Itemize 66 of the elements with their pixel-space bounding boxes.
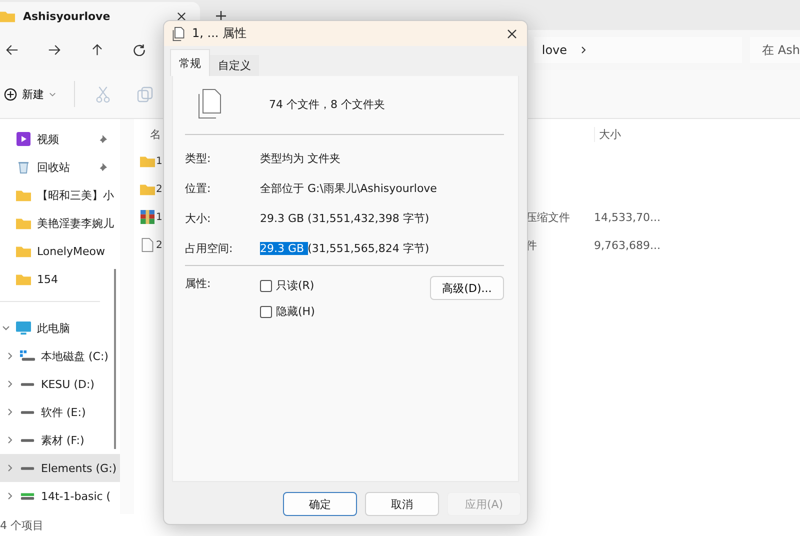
summary-text: 74 个文件，8 个文件夹 xyxy=(269,96,385,112)
documents-icon xyxy=(171,26,186,40)
property-label: 大小: xyxy=(185,210,212,226)
pin-icon[interactable] xyxy=(98,134,107,144)
tree-item[interactable]: 软件 (E:) xyxy=(0,398,120,426)
tab[interactable]: 自定义 xyxy=(210,55,259,76)
tree-item[interactable]: 素材 (F:) xyxy=(0,426,120,454)
attributes-label: 属性: xyxy=(185,276,212,291)
monitor-icon xyxy=(16,321,31,335)
chevron-icon[interactable] xyxy=(581,46,586,54)
checkbox[interactable] xyxy=(260,306,272,318)
up-arrow-icon[interactable] xyxy=(90,44,104,56)
sidebar-item[interactable]: LonelyMeow xyxy=(0,237,120,265)
file-icon xyxy=(140,238,155,252)
property-label: 位置: xyxy=(185,180,212,196)
close-icon[interactable] xyxy=(507,28,517,38)
forward-arrow-icon[interactable] xyxy=(48,44,61,56)
property-value: 类型均为 文件夹 xyxy=(260,150,340,166)
property-label: 占用空间: xyxy=(185,240,234,256)
folder-icon xyxy=(16,272,31,286)
property-value: 29.3 GB (31,551,432,398 字节) xyxy=(260,210,430,226)
folder-icon xyxy=(140,154,155,168)
file-size: 9,763,689... xyxy=(594,238,660,252)
folder-icon xyxy=(16,244,31,258)
sidebar-item[interactable]: 154 xyxy=(0,265,120,293)
refresh-icon[interactable] xyxy=(133,44,146,56)
search-field[interactable]: 在 Ash xyxy=(750,37,800,63)
plus-icon xyxy=(4,88,17,100)
caret-icon xyxy=(49,92,56,96)
tab[interactable]: 常规 xyxy=(170,49,210,76)
folder-icon xyxy=(16,188,31,202)
trash-bin-icon xyxy=(16,160,31,174)
video-icon xyxy=(16,132,31,146)
folder-icon xyxy=(0,9,15,23)
tree-item[interactable]: 此电脑 xyxy=(0,314,120,342)
new-button[interactable]: 新建 xyxy=(0,82,60,106)
tree-item[interactable]: KESU (D:) xyxy=(0,370,120,398)
back-arrow-icon[interactable] xyxy=(6,44,18,56)
property-label: 类型: xyxy=(185,150,212,166)
plus-icon[interactable] xyxy=(216,11,226,21)
tree-item[interactable]: 14t-1-basic ( xyxy=(0,482,120,510)
checkbox[interactable] xyxy=(260,280,272,292)
sidebar-item[interactable]: 美艳淫妻李婉儿 xyxy=(0,209,120,237)
drive-icon xyxy=(20,349,35,363)
sidebar-item[interactable]: 回收站 xyxy=(0,153,120,181)
archive-icon xyxy=(140,210,155,224)
tree-item[interactable]: Elements (G:) xyxy=(0,454,120,482)
tree-item[interactable]: 本地磁盘 (C:) xyxy=(0,342,120,370)
file-size: 14,533,70... xyxy=(594,210,660,224)
address-bar[interactable]: love xyxy=(534,37,742,63)
close-icon[interactable] xyxy=(177,12,186,20)
property-value: 全部位于 G:\雨果儿\Ashisyourlove xyxy=(260,180,437,196)
sidebar-item[interactable]: 【昭和三美】小 xyxy=(0,181,120,209)
sidebar-item[interactable]: 视频 xyxy=(0,125,120,153)
property-value: 29.3 GB (31,551,565,824 字节) xyxy=(260,240,430,256)
folder-icon xyxy=(16,216,31,230)
window-title: Ashisyourlove xyxy=(23,10,112,22)
checkbox-label[interactable]: 只读(R) xyxy=(276,278,314,293)
cancel-button[interactable]: 取消 xyxy=(365,492,439,516)
column-header[interactable]: 大小 xyxy=(594,126,659,142)
documents-icon xyxy=(197,89,221,119)
pin-icon[interactable] xyxy=(98,162,107,172)
checkbox-label[interactable]: 隐藏(H) xyxy=(276,304,315,319)
advanced-button[interactable]: 高级(D)... xyxy=(430,276,504,300)
folder-icon xyxy=(140,182,155,196)
ok-button[interactable]: 确定 xyxy=(283,492,357,516)
